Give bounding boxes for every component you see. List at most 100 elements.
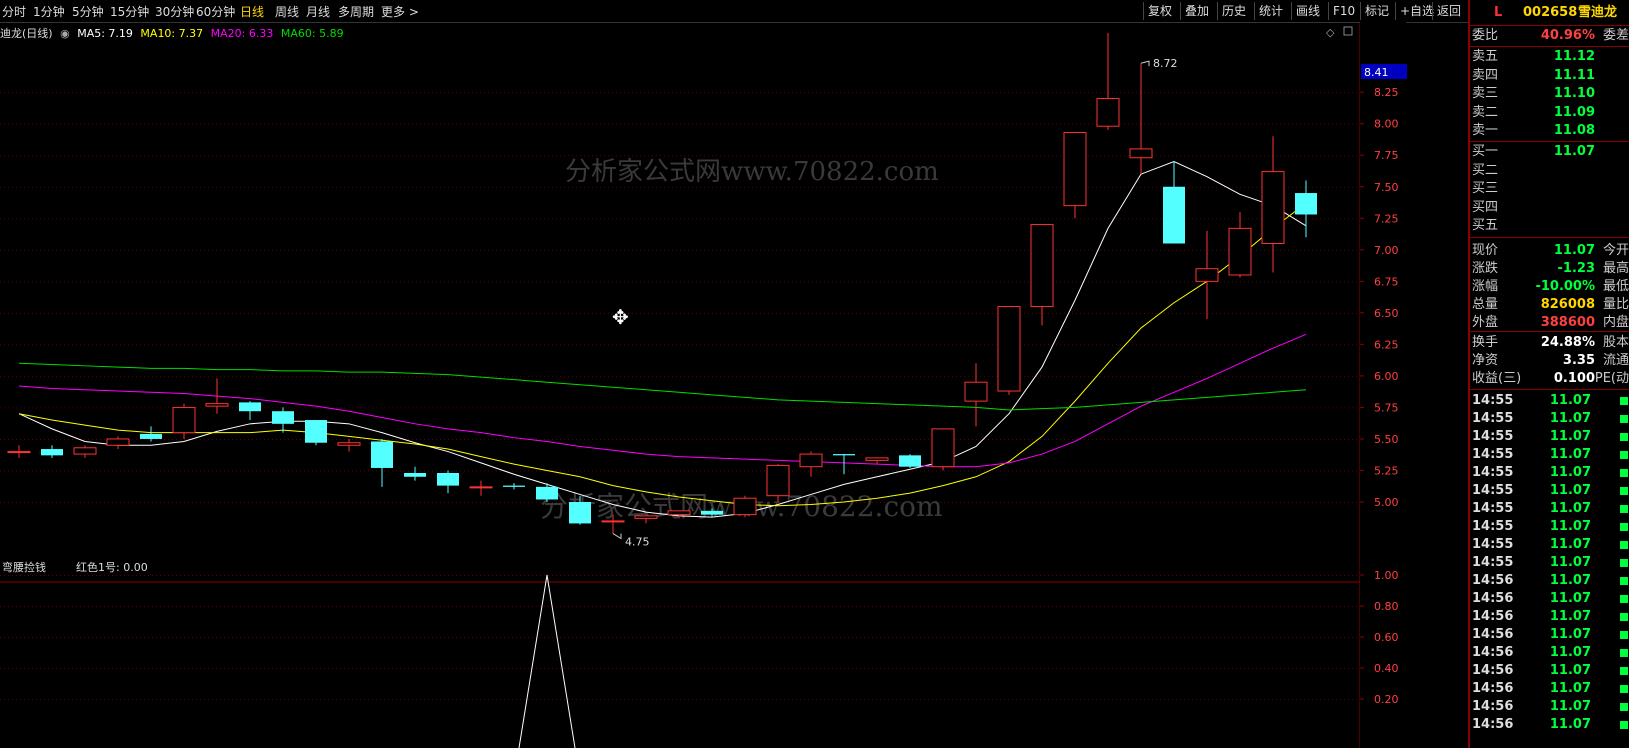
grid-dot <box>504 375 505 377</box>
grid-dot <box>32 249 33 251</box>
grid-dot <box>132 407 133 409</box>
grid-dot <box>620 218 621 220</box>
grid-dot <box>516 155 517 157</box>
timeframe-tab[interactable]: 30分钟 <box>155 3 194 20</box>
grid-dot <box>104 407 105 409</box>
grid-dot <box>564 407 565 409</box>
grid-dot <box>308 470 309 472</box>
grid-dot <box>772 249 773 251</box>
timeframe-tab[interactable]: 更多 > <box>381 3 419 20</box>
grid-dot <box>460 249 461 251</box>
grid-dot <box>376 281 377 283</box>
grid-dot <box>420 281 421 283</box>
grid-dot <box>1324 186 1325 188</box>
grid-dot <box>964 186 965 188</box>
grid-dot <box>1332 123 1333 125</box>
timeframe-tab[interactable]: 多周期 <box>338 3 374 20</box>
timeframe-tab[interactable]: 周线 <box>275 3 299 20</box>
grid-dot <box>1248 218 1249 220</box>
timeframe-tab[interactable]: 1分钟 <box>33 3 65 20</box>
toolbar-button[interactable]: 画线 <box>1291 2 1324 20</box>
grid-dot <box>288 249 289 251</box>
grid-dot <box>76 312 77 314</box>
grid-dot <box>540 575 541 576</box>
grid-dot <box>164 281 165 283</box>
grid-dot <box>856 123 857 125</box>
timeframe-tab[interactable]: 15分钟 <box>110 3 149 20</box>
grid-dot <box>988 438 989 440</box>
grid-dot <box>964 155 965 157</box>
grid-dot <box>44 281 45 283</box>
grid-dot <box>332 218 333 220</box>
grid-dot <box>1212 249 1213 251</box>
grid-dot <box>792 470 793 472</box>
grid-dot <box>260 375 261 377</box>
timeframe-tab[interactable]: 分时 <box>2 3 26 20</box>
grid-dot <box>1164 344 1165 346</box>
grid-dot <box>924 407 925 409</box>
grid-dot <box>1096 470 1097 472</box>
grid-dot <box>964 312 965 314</box>
grid-dot <box>132 438 133 440</box>
grid-dot <box>1028 92 1029 94</box>
grid-dot <box>920 407 921 409</box>
grid-dot <box>24 344 25 346</box>
grid-dot <box>8 218 9 220</box>
grid-dot <box>268 375 269 377</box>
grid-dot <box>472 123 473 125</box>
grid-dot <box>1156 281 1157 283</box>
toolbar-button[interactable]: 叠加 <box>1180 2 1213 20</box>
grid-dot <box>208 281 209 283</box>
grid-dot <box>372 470 373 472</box>
grid-dot <box>1192 218 1193 220</box>
grid-dot <box>916 344 917 346</box>
grid-dot <box>260 470 261 472</box>
grid-dot <box>996 312 997 314</box>
grid-dot <box>560 407 561 409</box>
grid-dot <box>1064 375 1065 377</box>
toolbar-button[interactable]: 历史 <box>1217 2 1250 20</box>
grid-dot <box>1144 375 1145 377</box>
toolbar-button[interactable]: 标记 <box>1360 2 1393 20</box>
grid-dot <box>192 502 193 503</box>
grid-dot <box>700 438 701 440</box>
grid-dot <box>60 155 61 157</box>
grid-dot <box>788 344 789 346</box>
grid-dot <box>1236 344 1237 346</box>
timeframe-tab[interactable]: 月线 <box>306 3 330 20</box>
toolbar-button[interactable]: F10 <box>1328 2 1359 20</box>
toolbar-button[interactable]: 复权 <box>1143 2 1176 20</box>
grid-dot <box>708 218 709 220</box>
timeframe-tab[interactable]: 日线 <box>240 3 264 20</box>
grid-dot <box>1088 438 1089 440</box>
grid-dot <box>896 312 897 314</box>
grid-dot <box>888 249 889 251</box>
grid-dot <box>192 281 193 283</box>
grid-dot <box>1208 123 1209 125</box>
grid-dot <box>400 502 401 503</box>
grid-dot <box>644 575 645 576</box>
grid-dot <box>672 218 673 220</box>
grid-dot <box>1256 249 1257 251</box>
grid-dot <box>1064 249 1065 251</box>
grid-dot <box>140 312 141 314</box>
grid-dot <box>1292 155 1293 157</box>
grid-dot <box>272 123 273 125</box>
grid-dot <box>684 575 685 576</box>
grid-dot <box>688 470 689 472</box>
grid-dot <box>848 92 849 94</box>
grid-dot <box>144 123 145 125</box>
price-axis-label: 8.25 <box>1374 86 1399 99</box>
candlestick-chart[interactable]: 8.418.258.007.757.507.257.006.756.506.25… <box>0 22 1468 748</box>
grid-dot <box>556 470 557 472</box>
toolbar-button[interactable]: 返回 <box>1432 2 1465 20</box>
toolbar-button[interactable]: 统计 <box>1254 2 1287 20</box>
timeframe-tab[interactable]: 5分钟 <box>72 3 104 20</box>
grid-dot <box>1104 249 1105 251</box>
grid-dot <box>376 155 377 157</box>
grid-dot <box>0 344 1 346</box>
grid-dot <box>660 249 661 251</box>
grid-dot <box>144 249 145 251</box>
grid-dot <box>332 375 333 377</box>
timeframe-tab[interactable]: 60分钟 <box>196 3 235 20</box>
